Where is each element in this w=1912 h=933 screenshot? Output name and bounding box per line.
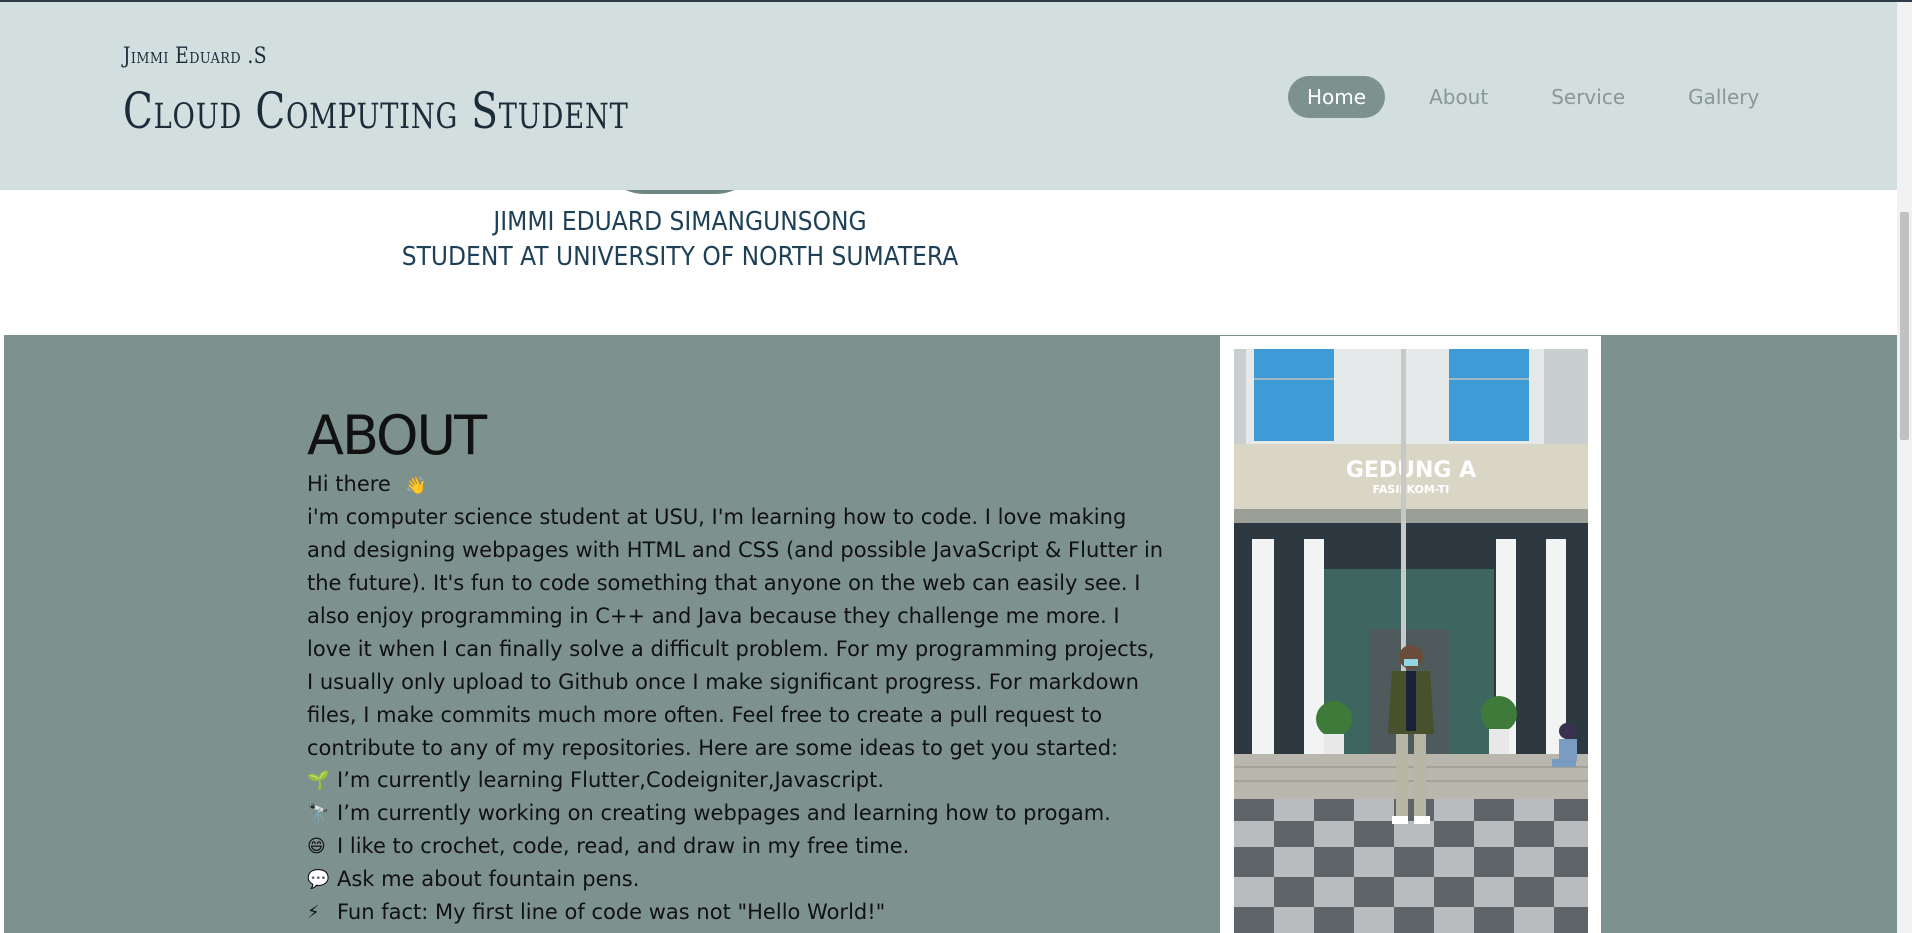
site-header: Jimmi Eduard .S Cloud Computing Student … bbox=[0, 2, 1897, 190]
seedling-icon: 🌱 bbox=[307, 770, 330, 791]
profile-name: JIMMI EDUARD SIMANGUNSONG bbox=[493, 207, 867, 237]
about-list: 🌱 I’m currently learning Flutter,Codeigni… bbox=[307, 764, 1111, 929]
list-item: 😄 I like to crochet, code, read, and draw… bbox=[307, 830, 1111, 863]
nav-about[interactable]: About bbox=[1410, 76, 1507, 118]
photo-sign-text: GEDUNG A bbox=[1346, 458, 1476, 483]
about-heading: ABOUT bbox=[307, 404, 487, 467]
page-scrollbar[interactable] bbox=[1897, 2, 1912, 933]
list-item: 💬 Ask me about fountain pens. bbox=[307, 863, 1111, 896]
main-nav: Home About Service Gallery bbox=[1288, 76, 1803, 118]
telescope-icon: 🔭 bbox=[307, 803, 330, 824]
list-item-text: I’m currently working on creating webpag… bbox=[337, 801, 1111, 825]
profile-role: STUDENT AT UNIVERSITY OF NORTH SUMATERA bbox=[401, 242, 959, 272]
smile-icon: 😄 bbox=[307, 836, 326, 857]
list-item-text: Fun fact: My first line of code was not … bbox=[337, 900, 886, 924]
about-photo-frame: GEDUNG A FASILKOM-TI bbox=[1220, 336, 1601, 933]
about-photo: GEDUNG A FASILKOM-TI bbox=[1234, 349, 1588, 933]
scrollbar-thumb[interactable] bbox=[1900, 212, 1909, 440]
lightning-icon: ⚡ bbox=[307, 902, 320, 923]
about-section: ABOUT Hi there 👋 i'm computer science st… bbox=[4, 335, 1897, 933]
nav-home[interactable]: Home bbox=[1288, 76, 1386, 118]
building-photo-illustration: GEDUNG A FASILKOM-TI bbox=[1234, 349, 1588, 933]
about-greeting: Hi there 👋 bbox=[307, 472, 427, 496]
nav-gallery[interactable]: Gallery bbox=[1669, 76, 1778, 118]
list-item: 🔭 I’m currently working on creating webpa… bbox=[307, 797, 1111, 830]
photo-sign-subtext: FASILKOM-TI bbox=[1373, 483, 1450, 496]
list-item: ⚡ Fun fact: My first line of code was not… bbox=[307, 896, 1111, 929]
list-item-text: Ask me about fountain pens. bbox=[337, 867, 640, 891]
wave-icon: 👋 bbox=[405, 476, 427, 496]
about-description: i'm computer science student at USU, I'm… bbox=[307, 505, 1164, 760]
speech-bubble-icon: 💬 bbox=[307, 869, 330, 890]
nav-service[interactable]: Service bbox=[1532, 76, 1644, 118]
list-item-text: I’m currently learning Flutter,Codeignit… bbox=[337, 768, 885, 792]
greeting-text: Hi there bbox=[307, 472, 391, 496]
list-item-text: I like to crochet, code, read, and draw … bbox=[337, 834, 910, 858]
list-item: 🌱 I’m currently learning Flutter,Codeigni… bbox=[307, 764, 1111, 797]
brand-title: Cloud Computing Student bbox=[123, 82, 629, 140]
brand-name: Jimmi Eduard .S bbox=[123, 44, 267, 69]
